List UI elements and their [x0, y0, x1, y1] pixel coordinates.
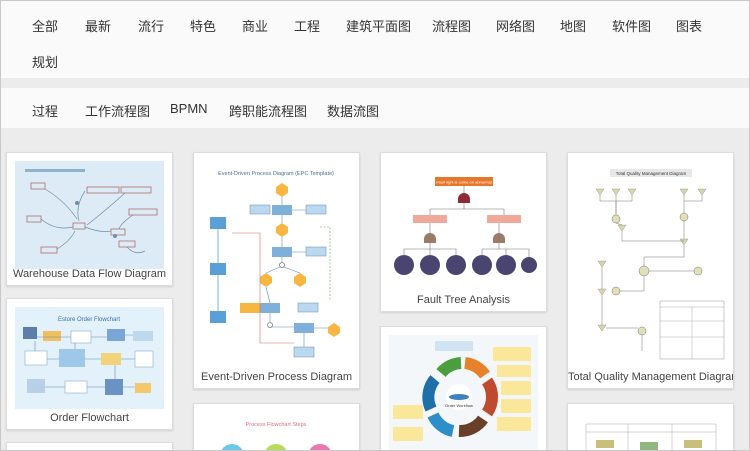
- order-flowchart-thumbnail: Estore Order Flowchart: [15, 307, 164, 409]
- card-title: Fault Tree Analysis: [417, 294, 510, 306]
- category-popular[interactable]: 流行: [138, 16, 164, 35]
- template-card-warehouse-dfd[interactable]: Warehouse Data Flow Diagram: [6, 152, 173, 286]
- template-card-epc[interactable]: Event-Driven Process Diagram (EPC Templa…: [193, 152, 360, 389]
- template-card-order-flowchart[interactable]: Estore Order Flowchart Order Flowchart: [6, 298, 173, 430]
- template-card-process-steps[interactable]: Process Flowchart Steps: [193, 403, 360, 450]
- subcategory-workflow[interactable]: 工作流程图: [85, 101, 150, 120]
- fault-tree-thumb-title: Fault light is come on abnormal: [436, 180, 492, 185]
- tqm-thumbnail: Total Quality Management Diagram: [576, 161, 725, 366]
- order-workflow-thumbnail: Order Workflow: [389, 335, 538, 450]
- order-workflow-thumb-title: Order Workflow: [445, 403, 473, 408]
- template-card-order-workflow[interactable]: Order Workflow: [380, 326, 547, 450]
- process-steps-thumb-title: Process Flowchart Steps: [246, 422, 307, 428]
- tqm-thumb-title: Total Quality Management Diagram: [616, 171, 687, 176]
- epc-thumbnail: Event-Driven Process Diagram (EPC Templa…: [202, 161, 351, 366]
- subcategory-cross-functional[interactable]: 跨职能流程图: [229, 101, 307, 120]
- category-chart[interactable]: 图表: [676, 16, 702, 35]
- epc-thumb-title: Event-Driven Process Diagram (EPC Templa…: [218, 171, 334, 177]
- fault-tree-thumbnail: Fault light is come on abnormal: [389, 161, 538, 287]
- category-featured[interactable]: 特色: [190, 16, 216, 35]
- subcategory-bpmn[interactable]: BPMN: [170, 101, 208, 116]
- browser-frame: 全部 最新 流行 特色 商业 工程 建筑平面图 流程图 网络图 地图 软件图 图…: [0, 0, 750, 451]
- category-all[interactable]: 全部: [32, 16, 58, 35]
- process-steps-thumbnail: Process Flowchart Steps: [202, 412, 351, 450]
- category-software[interactable]: 软件图: [612, 16, 651, 35]
- template-card-tqm[interactable]: Total Quality Management Diagram Total Q…: [567, 152, 734, 389]
- subcategory-bar: 过程 工作流程图 BPMN 跨职能流程图 数据流图: [1, 88, 749, 128]
- category-planning[interactable]: 规划: [32, 52, 58, 71]
- category-map[interactable]: 地图: [560, 16, 586, 35]
- category-latest[interactable]: 最新: [85, 16, 111, 35]
- template-card-partial-right[interactable]: [567, 403, 734, 450]
- category-flowchart[interactable]: 流程图: [432, 16, 471, 35]
- category-business[interactable]: 商业: [242, 16, 268, 35]
- category-engineering[interactable]: 工程: [294, 16, 320, 35]
- warehouse-dfd-thumbnail: [15, 161, 164, 269]
- card-title: Event-Driven Process Diagram: [201, 371, 352, 383]
- card-title: Total Quality Management Diagram: [568, 371, 734, 383]
- card-title: Order Flowchart: [50, 412, 129, 424]
- card-title: Warehouse Data Flow Diagram: [12, 268, 167, 280]
- partial-right-thumbnail: [576, 412, 725, 450]
- category-bar: 全部 最新 流行 特色 商业 工程 建筑平面图 流程图 网络图 地图 软件图 图…: [1, 1, 749, 78]
- subcategory-data-flow[interactable]: 数据流图: [327, 101, 379, 120]
- template-card-partial[interactable]: [6, 442, 173, 450]
- category-floor-plan[interactable]: 建筑平面图: [346, 16, 411, 35]
- order-flowchart-thumb-title: Estore Order Flowchart: [58, 317, 120, 323]
- template-card-fault-tree[interactable]: Fault light is come on abnormal Fault Tr…: [380, 152, 547, 312]
- template-grid: Warehouse Data Flow Diagram Estore Order…: [1, 128, 749, 450]
- category-network[interactable]: 网络图: [496, 16, 535, 35]
- subcategory-process[interactable]: 过程: [32, 101, 58, 120]
